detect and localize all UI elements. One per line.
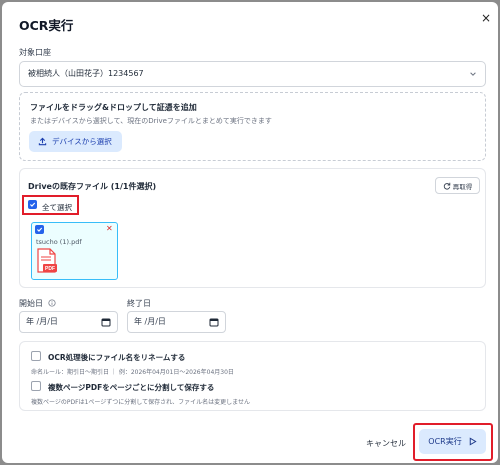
select-from-device-label: デバイスから選択 — [52, 137, 112, 146]
calendar-icon[interactable] — [209, 317, 219, 327]
remove-file-icon[interactable]: ✕ — [106, 224, 113, 234]
pdf-badge: PDF — [45, 266, 55, 272]
refetch-label: 再取得 — [452, 182, 473, 191]
ocr-options-panel: OCR処理後にファイル名をリネームする 命名ルール：期引日～期引日 ｜ 例：20… — [19, 341, 486, 411]
check-icon — [37, 227, 43, 232]
cancel-button[interactable]: キャンセル — [366, 438, 406, 449]
drive-files-panel: Driveの既存ファイル (1/1件選択) 再取得 全て選択 ✕ tsucho … — [19, 168, 486, 288]
refetch-button[interactable]: 再取得 — [435, 177, 480, 194]
drive-files-title: Driveの既存ファイル (1/1件選択) — [28, 182, 157, 191]
drive-file-card[interactable]: ✕ tsucho (1).pdf PDF — [31, 222, 118, 280]
play-icon — [469, 437, 477, 446]
end-date-placeholder: 年 /月/日 — [134, 317, 166, 326]
upload-icon — [38, 137, 47, 146]
account-label: 対象口座 — [19, 48, 51, 57]
pdf-file-icon: PDF — [37, 248, 57, 273]
account-select-value: 被相続人（山田花子）1234567 — [28, 69, 144, 78]
rename-checkbox[interactable] — [31, 351, 41, 361]
info-icon — [47, 299, 56, 307]
start-date-label: 開始日 — [19, 298, 56, 309]
refresh-icon — [443, 182, 450, 190]
start-date-input[interactable]: 年 /月/日 — [19, 311, 118, 333]
end-date-input[interactable]: 年 /月/日 — [127, 311, 226, 333]
run-ocr-button[interactable]: OCR実行 — [419, 429, 486, 454]
start-date-placeholder: 年 /月/日 — [26, 317, 58, 326]
file-checkbox[interactable] — [35, 225, 44, 234]
select-all-label: 全て選択 — [42, 203, 72, 212]
end-date-label: 終了日 — [127, 299, 151, 308]
dialog-title: OCR実行 — [19, 18, 74, 33]
run-ocr-label: OCR実行 — [428, 437, 462, 446]
check-icon — [30, 202, 36, 207]
file-name: tsucho (1).pdf — [36, 238, 82, 246]
file-drop-zone[interactable]: ファイルをドラッグ&ドロップして証憑を追加 またはデバイスから選択して、現在のD… — [19, 92, 486, 161]
drop-zone-title: ファイルをドラッグ&ドロップして証憑を追加 — [30, 103, 197, 112]
rename-option-description: 命名ルール：期引日～期引日 ｜ 例：2026年04月01日～2026年04月30… — [31, 369, 234, 376]
rename-option-title: OCR処理後にファイル名をリネームする — [48, 353, 186, 362]
select-from-device-button[interactable]: デバイスから選択 — [29, 131, 122, 152]
split-pages-checkbox[interactable] — [31, 381, 41, 391]
run-ocr-highlight: OCR実行 — [413, 423, 493, 461]
close-icon[interactable]: × — [479, 11, 493, 25]
account-select[interactable]: 被相続人（山田花子）1234567 — [19, 61, 486, 87]
chevron-down-icon — [470, 72, 476, 76]
ocr-dialog: OCR実行 × 対象口座 被相続人（山田花子）1234567 ファイルをドラッグ… — [2, 2, 498, 463]
start-date-label-text: 開始日 — [19, 299, 43, 308]
select-all-highlight: 全て選択 — [22, 195, 79, 215]
split-option-description: 複数ページのPDFは1ページずつに分割して保存され、ファイル名は変更しません — [31, 399, 250, 406]
drop-zone-description: またはデバイスから選択して、現在のDriveファイルとまとめて実行できます — [30, 117, 272, 125]
split-option-title: 複数ページPDFをページごとに分割して保存する — [48, 383, 215, 392]
calendar-icon[interactable] — [101, 317, 111, 327]
select-all-checkbox[interactable] — [28, 200, 37, 209]
